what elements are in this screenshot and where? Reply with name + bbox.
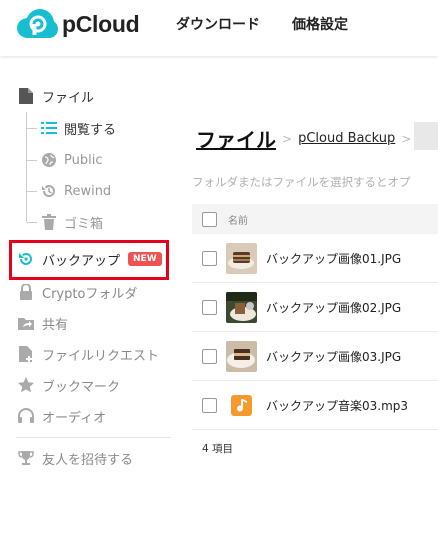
tree-connector — [27, 160, 37, 161]
sidebar-item-label: Cryptoフォルダ — [42, 286, 138, 302]
image-thumbnail — [226, 341, 257, 372]
sidebar-item-label: ブックマーク — [42, 379, 121, 395]
breadcrumb-separator: > — [401, 131, 412, 146]
breadcrumb-current[interactable]: pCloud Backup — [298, 131, 395, 146]
image-thumbnail — [226, 243, 257, 274]
column-name-header[interactable]: 名前 — [228, 212, 248, 227]
file-row[interactable]: バックアップ音楽03.mp3 — [192, 381, 438, 430]
breadcrumb-separator: > — [282, 131, 293, 146]
sidebar-item-label: 共有 — [42, 317, 69, 333]
audio-file-icon — [226, 390, 257, 421]
sidebar-item-shared[interactable]: 共有 — [16, 311, 68, 335]
row-checkbox[interactable] — [202, 251, 217, 266]
row-checkbox[interactable] — [202, 349, 217, 364]
tree-connector — [27, 128, 37, 129]
sidebar-item-crypto[interactable]: Cryptoフォルダ — [16, 280, 137, 304]
nav-pricing[interactable]: 価格設定 — [292, 14, 348, 34]
sidebar-divider — [16, 437, 171, 438]
file-row[interactable]: バックアップ画像01.JPG — [192, 234, 438, 283]
list-icon — [40, 119, 58, 137]
file-name[interactable]: バックアップ画像01.JPG — [266, 250, 401, 267]
nav-download[interactable]: ダウンロード — [176, 14, 260, 34]
sidebar-item-audio[interactable]: オーディオ — [16, 404, 106, 428]
sub-item-label: Rewind — [64, 183, 112, 199]
sidebar-item-files[interactable]: ファイル — [16, 84, 94, 108]
file-icon — [16, 86, 36, 106]
tree-connector — [27, 191, 37, 192]
backup-highlight-box — [9, 240, 169, 280]
sidebar-item-rewind[interactable]: Rewind — [40, 179, 111, 203]
pcloud-logo[interactable]: pCloud — [16, 8, 140, 40]
sidebar-item-trash[interactable]: ゴミ箱 — [40, 210, 103, 234]
list-header: 名前 — [192, 204, 438, 234]
trash-icon — [40, 213, 58, 231]
sidebar-item-public[interactable]: Public — [40, 148, 102, 172]
share-icon — [16, 313, 36, 333]
file-row[interactable]: バックアップ画像02.JPG — [192, 283, 438, 332]
item-count: 4 項目 — [202, 443, 234, 455]
sidebar-item-label: 友人を招待する — [42, 452, 134, 468]
sidebar-item-invite[interactable]: 友人を招待する — [16, 446, 133, 470]
breadcrumb-options-button[interactable] — [414, 122, 438, 150]
select-all-checkbox[interactable] — [202, 211, 217, 227]
sub-item-label: ゴミ箱 — [64, 216, 104, 232]
sub-item-label: 閲覧する — [64, 122, 117, 138]
top-bar: pCloud ダウンロード 価格設定 — [0, 0, 438, 56]
main-content: ファイル > pCloud Backup > フォルダまたはファイルを選択すると… — [192, 56, 438, 560]
breadcrumb-root[interactable]: ファイル — [196, 124, 276, 153]
file-request-icon — [16, 344, 36, 364]
file-name[interactable]: バックアップ音楽03.mp3 — [266, 397, 408, 414]
star-icon — [16, 375, 36, 395]
file-name[interactable]: バックアップ画像03.JPG — [266, 348, 401, 365]
sidebar-item-file-request[interactable]: ファイルリクエスト — [16, 342, 159, 366]
brand-name: pCloud — [62, 10, 140, 37]
breadcrumb: ファイル > pCloud Backup > — [196, 124, 417, 153]
sub-item-label: Public — [64, 152, 103, 168]
sidebar-item-label: ファイル — [42, 90, 95, 106]
row-checkbox[interactable] — [202, 300, 217, 315]
sidebar-item-browse[interactable]: 閲覧する — [40, 116, 116, 140]
tree-connector — [27, 222, 37, 223]
sidebar: ファイル 閲覧する Public Rewind ゴミ箱 バックアップ NEW C… — [0, 56, 180, 560]
selection-hint: フォルダまたはファイルを選択するとオプ — [192, 175, 411, 189]
sidebar-item-label: オーディオ — [42, 410, 107, 426]
sidebar-item-bookmarks[interactable]: ブックマーク — [16, 373, 120, 397]
file-row[interactable]: バックアップ画像03.JPG — [192, 332, 438, 381]
file-name[interactable]: バックアップ画像02.JPG — [266, 299, 401, 316]
headphones-icon — [16, 406, 36, 426]
history-icon — [40, 182, 58, 200]
row-checkbox[interactable] — [202, 398, 217, 413]
sidebar-item-label: ファイルリクエスト — [42, 348, 160, 364]
globe-icon — [40, 151, 58, 169]
image-thumbnail — [226, 292, 257, 323]
trophy-icon — [16, 448, 36, 468]
pcloud-cloud-icon — [17, 9, 58, 38]
lock-icon — [16, 282, 36, 302]
